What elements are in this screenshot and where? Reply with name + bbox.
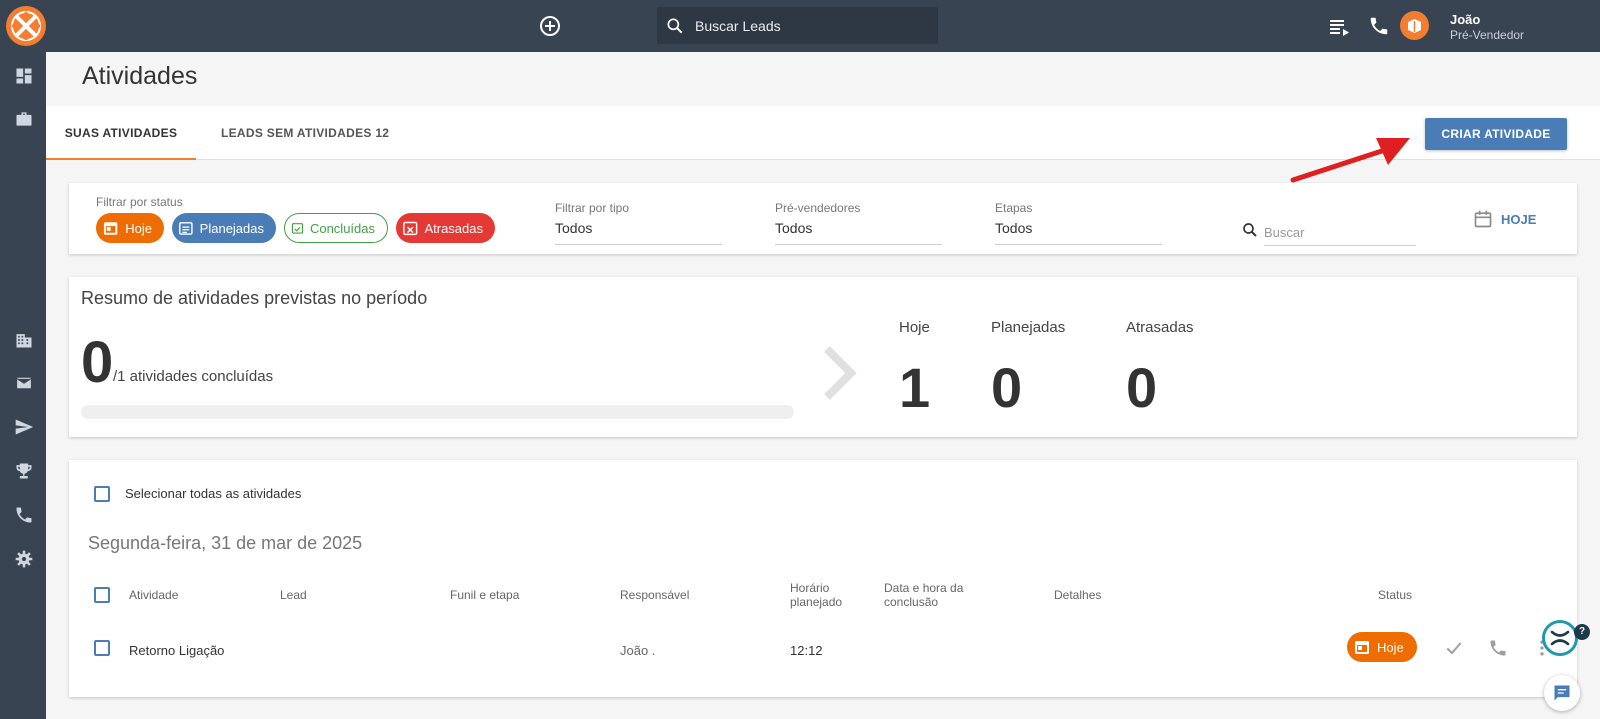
help-widget-button[interactable] [1542, 620, 1578, 656]
help-widget-icon [1550, 630, 1570, 646]
phone-icon[interactable] [1368, 15, 1390, 37]
chip-hoje-label: Hoje [125, 220, 152, 236]
calendar-check-icon [291, 223, 304, 234]
user-role: Pré-Vendedor [1450, 28, 1525, 42]
completion-progress-bar [81, 405, 794, 419]
column-funnel: Funil e etapa [450, 588, 520, 602]
create-activity-button[interactable]: CRIAR ATIVIDADE [1425, 118, 1567, 150]
stages-filter-label: Etapas [995, 201, 1033, 215]
select-all-checkbox[interactable] [94, 486, 110, 502]
activities-list-card: Selecionar todas as atividades Segunda-f… [69, 460, 1577, 697]
calendar-list-icon [179, 222, 193, 235]
filter-card: Filtrar por status Hoje Planejadas Concl… [69, 183, 1577, 254]
lead-search-input[interactable] [695, 7, 930, 44]
top-bar: João Pré-Vendedor [0, 0, 1600, 52]
chip-planejadas[interactable]: Planejadas [172, 213, 276, 243]
stat-atrasadas-value: 0 [1126, 356, 1158, 419]
column-owner: Responsável [620, 588, 690, 602]
chip-atrasadas[interactable]: Atrasadas [396, 213, 495, 243]
column-lead: Lead [280, 588, 307, 602]
stat-planejadas-label: Planejadas [991, 319, 1066, 336]
column-completed-at: Data e hora da conclusão [884, 581, 964, 609]
help-question-icon[interactable]: ? [1574, 624, 1590, 640]
completed-suffix: /1 atividades concluídas [113, 368, 274, 385]
settings-icon[interactable] [14, 549, 34, 569]
add-circle-icon[interactable] [538, 14, 562, 38]
row-owner: João . [620, 643, 656, 658]
calendar-icon [1474, 210, 1492, 228]
activity-search-input[interactable] [1264, 219, 1416, 246]
building-icon[interactable] [14, 330, 34, 350]
date-heading: Segunda-feira, 31 de mar de 2025 [88, 533, 363, 553]
row-activity[interactable]: Retorno Ligação [129, 643, 224, 658]
check-icon[interactable] [1444, 638, 1464, 658]
completed-count: 0 [81, 330, 114, 395]
summary-card: Resumo de atividades previstas no períod… [69, 277, 1577, 437]
calendar-x-icon [403, 221, 418, 236]
stat-atrasadas-label: Atrasadas [1126, 319, 1194, 336]
presales-filter-select[interactable]: Todos [775, 220, 942, 245]
status-badge-label: Hoje [1377, 639, 1404, 655]
status-badge: Hoje [1347, 632, 1417, 662]
chat-button[interactable] [1544, 675, 1580, 711]
chip-concluidas[interactable]: Concluídas [284, 213, 388, 243]
header-checkbox[interactable] [94, 587, 110, 603]
status-filter-label: Filtrar por status [96, 195, 183, 209]
tab-suas-atividades[interactable]: SUAS ATIVIDADES [46, 106, 196, 160]
date-filter-button[interactable]: HOJE [1473, 209, 1536, 229]
column-planned-time: Horário planejado [790, 581, 843, 609]
stat-hoje-label: Hoje [899, 319, 930, 336]
calendar-today-icon [1355, 641, 1369, 654]
page-title: Atividades [82, 62, 198, 90]
summary-title: Resumo de atividades previstas no períod… [81, 288, 428, 308]
avatar[interactable] [1400, 11, 1429, 40]
column-activity: Atividade [129, 588, 179, 602]
chat-icon [1554, 685, 1570, 701]
calendar-today-icon [103, 222, 118, 235]
stat-planejadas-value: 0 [991, 356, 1023, 419]
chip-concluidas-label: Concluídas [309, 220, 375, 236]
phone-icon[interactable] [1488, 638, 1508, 658]
column-status: Status [1378, 588, 1413, 602]
search-icon [1243, 223, 1257, 237]
date-filter-label: HOJE [1501, 211, 1537, 227]
select-all-label[interactable]: Selecionar todas as atividades [125, 486, 301, 501]
annotation-arrow-icon [1290, 138, 1410, 183]
type-filter-label: Filtrar por tipo [555, 201, 630, 215]
playlist-icon[interactable] [1327, 15, 1351, 39]
send-icon[interactable] [14, 417, 34, 437]
chevron-right-icon [824, 346, 857, 400]
phone-icon[interactable] [14, 505, 34, 525]
user-name[interactable]: João [1450, 12, 1480, 27]
stages-filter-select[interactable]: Todos [995, 220, 1162, 245]
stat-hoje-value: 1 [899, 356, 931, 419]
dashboard-icon[interactable] [14, 66, 34, 86]
row-checkbox[interactable] [94, 640, 110, 656]
briefcase-icon[interactable] [14, 109, 34, 129]
chip-atrasadas-label: Atrasadas [424, 220, 483, 236]
presales-filter-label: Pré-vendedores [775, 201, 861, 215]
tab-leads-sem-atividades[interactable]: LEADS SEM ATIVIDADES 12 [221, 106, 389, 160]
row-planned-time: 12:12 [790, 643, 823, 658]
lead-search [657, 7, 938, 44]
user-avatar-icon [1408, 19, 1421, 33]
sidebar [0, 52, 46, 719]
mail-icon[interactable] [14, 373, 34, 393]
trophy-icon[interactable] [14, 461, 34, 481]
chip-hoje[interactable]: Hoje [96, 213, 164, 243]
type-filter-select[interactable]: Todos [555, 220, 722, 245]
logo-icon [11, 11, 41, 41]
chip-planejadas-label: Planejadas [199, 220, 264, 236]
app-logo[interactable] [6, 6, 46, 46]
column-details: Detalhes [1054, 588, 1102, 602]
search-icon [667, 18, 683, 34]
